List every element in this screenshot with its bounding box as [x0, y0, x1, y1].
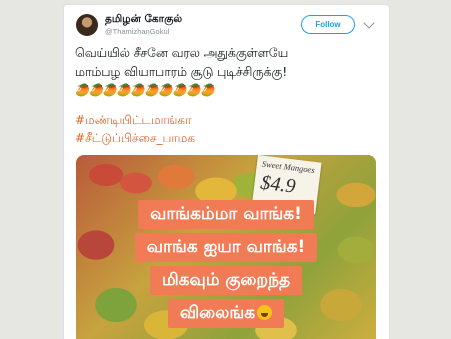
tweet-text-line-1: வெய்யில் சீசனே வரல அதுக்குள்ளயே [75, 45, 289, 60]
hashtag-link[interactable]: #சீட்டுப்பிச்சை_பாமக [75, 131, 195, 147]
mango-emoji-row: 🥭🥭🥭🥭🥭🥭🥭🥭🥭🥭 [75, 83, 215, 97]
hashtag-link[interactable]: #மண்டியிட்டமாங்கா [75, 113, 191, 129]
overlay-line: மிகவும் குறைந்த [149, 266, 303, 295]
author-handle[interactable]: @ThamizhanGokul [105, 27, 169, 36]
follow-button[interactable]: Follow [301, 15, 355, 34]
avatar[interactable] [76, 14, 98, 36]
tweet-card: தமிழன் கோகுல் @ThamizhanGokul Follow வெய… [63, 4, 390, 339]
caption-overlay: வாங்கம்மா வாங்க! வாங்க ஐயா வாங்க! மிகவும… [99, 200, 353, 332]
author-name[interactable]: தமிழன் கோகுல் [105, 13, 182, 26]
overlay-line: வாங்க ஐயா வாங்க! [134, 233, 318, 262]
tweet-text-line-2: மாம்பழ வியாபாரம் சூடு புடிச்சிருக்கு! [75, 64, 288, 79]
chevron-down-icon[interactable] [363, 17, 375, 29]
price-tag-value: $4.9 [259, 171, 297, 198]
tweet-photo[interactable]: Sweet Mangoes $4.9 வாங்கம்மா வாங்க! வாங்… [76, 155, 376, 339]
laughing-emoji-icon [257, 305, 273, 320]
overlay-line-with-emoji: விலைங்க [167, 299, 285, 328]
overlay-line: விலைங்க [179, 303, 256, 323]
overlay-line: வாங்கம்மா வாங்க! [138, 200, 314, 229]
